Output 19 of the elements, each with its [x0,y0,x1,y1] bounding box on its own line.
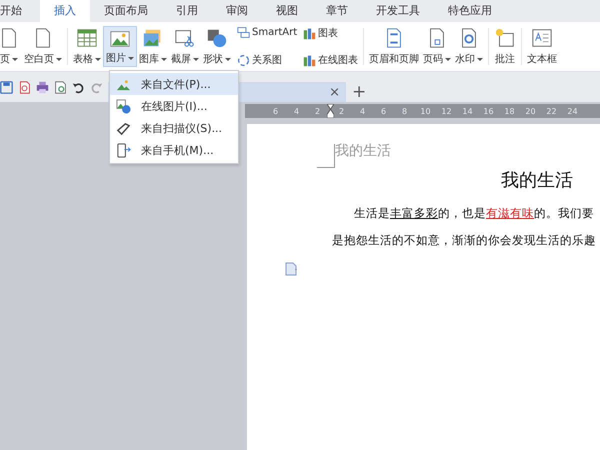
ruler-number: 2 [314,106,322,116]
paragraph: 是抱怨生活的不如意，渐渐的你会发现生活的乐趣 [331,233,597,248]
ruler-number: 18 [503,106,516,116]
ruler-number: 24 [566,106,579,116]
document-title: 我的生活 [500,169,574,192]
ruler-number: 4 [358,106,366,116]
ruler-number: 4 [292,106,300,116]
page-header-text: 我的生活 [335,142,391,160]
paragraph: 生活是丰富多彩的，也是有滋有味的。我们要 [353,206,595,221]
ruler-number: 22 [545,106,558,116]
ruler-number: 6 [272,106,280,116]
ruler-number: 16 [482,106,495,116]
ruler-number: 20 [524,106,537,116]
ruler-number: 8 [400,106,408,116]
ruler-number: 14 [461,106,474,116]
ruler-number: 12 [440,106,453,116]
ruler-number: 10 [419,106,432,116]
ruler-number: 6 [380,106,388,116]
ruler-number: 2 [338,106,346,116]
